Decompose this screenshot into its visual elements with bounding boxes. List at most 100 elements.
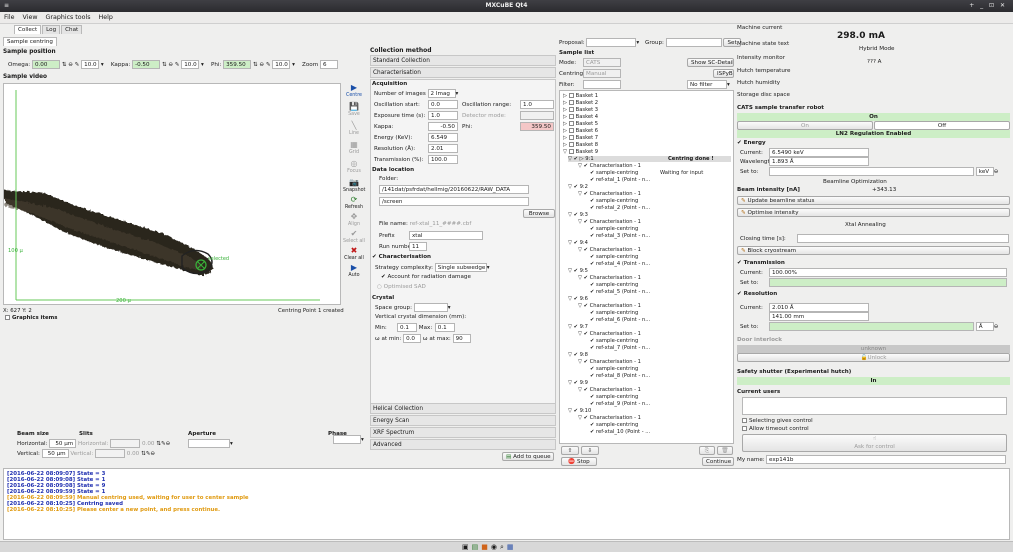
ask-for-control-button[interactable]: ☝ Ask for control — [742, 434, 1007, 452]
tree-basket-8[interactable]: ▷ Basket 8 — [563, 142, 598, 148]
tree-ref[interactable]: ✔ ref-xtal_2 (Point - n... — [590, 205, 650, 211]
browser-icon[interactable]: ◉ — [491, 543, 500, 551]
tree-char[interactable]: ▽ ✔ Characterisation - 1 — [578, 219, 641, 225]
slit-h-input[interactable] — [110, 439, 141, 448]
subfolder-input[interactable]: /screen — [379, 197, 529, 206]
tree-node[interactable]: ▽ ✔ 9:7 — [568, 324, 588, 330]
omega-step-input[interactable]: 10.0 — [81, 60, 100, 69]
tree-node[interactable]: ▽ ✔ 9:6 — [568, 296, 588, 302]
radiation-check-icon[interactable]: ✔ — [381, 274, 386, 280]
tree-node[interactable]: ▽ ✔ 9:10 — [568, 408, 591, 414]
slit-v-stop-icon[interactable]: ⊖ — [150, 451, 155, 457]
tree-ref[interactable]: ✔ ref-xtal_6 (Point - n... — [590, 317, 650, 323]
delete-button[interactable]: 🗑 — [716, 446, 733, 455]
omega-pencil-icon[interactable]: ✎ — [75, 62, 80, 68]
tree-node[interactable]: ▽ ✔ 9:9 — [568, 380, 588, 386]
my-name-input[interactable]: exp141b — [766, 455, 1006, 464]
space-group-dropdown-icon[interactable]: ▾ — [448, 305, 451, 311]
tree-basket-2[interactable]: ▷ Basket 2 — [563, 100, 598, 106]
folder-icon[interactable]: ▣ — [462, 543, 472, 551]
omega-stepper[interactable]: ⇅ — [62, 62, 67, 68]
tree-char[interactable]: ▽ ✔ Characterisation - 1 — [578, 303, 641, 309]
grid-button[interactable]: ▦ Grid — [343, 140, 365, 160]
tree-sample-centring[interactable]: ✔ sample-centring — [590, 394, 638, 400]
tree-ref-9-1[interactable]: ✔ ref-xtal_1 (Point - n... — [590, 177, 650, 183]
move-up-button[interactable]: ⇧ — [561, 446, 579, 455]
menu-view[interactable]: View — [19, 12, 42, 23]
aperture-dropdown-icon[interactable]: ▾ — [230, 441, 233, 447]
standard-collection-section[interactable]: Standard Collection — [370, 55, 556, 66]
tree-char[interactable]: ▽ ✔ Characterisation - 1 — [578, 275, 641, 281]
proposal-select[interactable] — [586, 38, 637, 47]
closing-time-input[interactable] — [797, 234, 1009, 243]
menu-help[interactable]: Help — [95, 12, 117, 23]
auto-button[interactable]: ▶ Auto — [343, 263, 365, 283]
phi-step-input[interactable]: 10.0 — [272, 60, 291, 69]
tree-sample-centring[interactable]: ✔ sample-centring — [590, 226, 638, 232]
window-icon[interactable]: ▦ — [507, 543, 517, 551]
tree-char[interactable]: ▽ ✔ Characterisation - 1 — [578, 191, 641, 197]
tree-sample-centring[interactable]: ✔ sample-centring — [590, 310, 638, 316]
tree-ref[interactable]: ✔ ref-xtal_8 (Point - n... — [590, 373, 650, 379]
move-down-button[interactable]: ⇩ — [580, 446, 599, 455]
kappa-pencil-icon[interactable]: ✎ — [175, 62, 180, 68]
graphics-items-toggle[interactable]: Graphics items — [5, 315, 57, 321]
tree-node[interactable]: ▽ ✔ 9:3 — [568, 212, 588, 218]
omega-step-dropdown-icon[interactable]: ▾ — [101, 62, 104, 68]
tree-basket-6[interactable]: ▷ Basket 6 — [563, 128, 598, 134]
omega-stop-icon[interactable]: ⊖ — [68, 62, 73, 68]
tree-sample-centring[interactable]: ✔ sample-centring — [590, 366, 638, 372]
tree-char[interactable]: ▽ ✔ Characterisation - 1 — [578, 387, 641, 393]
unlock-button[interactable]: 🔓Unlock — [737, 353, 1010, 362]
wmin-input[interactable]: 0.0 — [403, 334, 422, 343]
tree-char[interactable]: ▽ ✔ Characterisation - 1 — [578, 415, 641, 421]
tree-basket-4[interactable]: ▷ Basket 4 — [563, 114, 598, 120]
slit-h-stop-icon[interactable]: ⊖ — [166, 441, 171, 447]
helical-collection-section[interactable]: Helical Collection — [370, 403, 556, 414]
tab-log[interactable]: Log — [42, 25, 61, 34]
mode-select[interactable]: CATS — [583, 58, 621, 67]
phi-step-dropdown-icon[interactable]: ▾ — [292, 62, 295, 68]
tree-sc-9-1[interactable]: ✔ sample-centring — [590, 170, 638, 176]
phase-dropdown-icon[interactable]: ▾ — [361, 437, 364, 443]
graphics-items-checkbox[interactable] — [5, 315, 10, 320]
menu-file[interactable]: File — [0, 12, 19, 23]
update-beamline-button[interactable]: ✎ Update beamline status — [737, 196, 1010, 205]
tree-char-9-1[interactable]: ▽ ✔ Characterisation - 1 — [578, 163, 641, 169]
focus-button[interactable]: ◎ Focus — [343, 159, 365, 179]
tree-sample-centring[interactable]: ✔ sample-centring — [590, 338, 638, 344]
prefix-input[interactable]: xtal — [409, 231, 483, 240]
energy-input[interactable]: 6.549 — [428, 133, 458, 142]
tree-basket-1[interactable]: ▷ Basket 1 — [563, 93, 598, 99]
xrf-spectrum-section[interactable]: XRF Spectrum — [370, 427, 556, 438]
centring-select[interactable]: Manual — [583, 69, 621, 78]
characterisation-check-icon[interactable]: ✔ — [372, 254, 377, 260]
aperture-select[interactable] — [188, 439, 230, 448]
sample-video-view[interactable]: 100 µ 200 µ selected — [3, 83, 341, 305]
osc-start-input[interactable]: 0.0 — [428, 100, 458, 109]
tree-basket-7[interactable]: ▷ Basket 7 — [563, 135, 598, 141]
tree-node[interactable]: ▽ ✔ 9:5 — [568, 268, 588, 274]
phi-input[interactable]: 359.50 — [223, 60, 252, 69]
tree-sample-centring[interactable]: ✔ sample-centring — [590, 422, 638, 428]
group-input[interactable] — [665, 38, 722, 47]
tab-collect[interactable]: Collect — [14, 25, 42, 34]
detector-mode-select[interactable] — [520, 111, 554, 120]
tree-ref[interactable]: ✔ ref-xtal_7 (Point - n... — [590, 345, 650, 351]
tree-node-9-1-active[interactable]: ▽ ✔ ▷ 9:1 Centring done ! — [568, 156, 731, 162]
filter-select[interactable]: No filter — [687, 80, 727, 89]
strategy-dropdown-icon[interactable]: ▾ — [487, 265, 490, 271]
filter-dropdown-icon[interactable]: ▾ — [727, 82, 730, 88]
acq-kappa-input[interactable]: -0.50 — [428, 122, 458, 131]
transmission-input[interactable]: 100.0 — [428, 155, 458, 164]
line-button[interactable]: ╲ Line — [343, 121, 365, 141]
add-to-queue-button[interactable]: ▤ Add to queue — [502, 452, 554, 461]
ispyb-button[interactable]: ISPyB — [713, 69, 734, 78]
run-number-input[interactable]: 11 — [409, 242, 427, 251]
tree-basket-9[interactable]: ▽ Basket 9 — [563, 149, 598, 155]
num-images-select[interactable]: 2 Imag — [427, 89, 456, 98]
proposal-dropdown-icon[interactable]: ▾ — [636, 40, 639, 46]
energy-set-to-input[interactable] — [769, 167, 974, 176]
space-group-select[interactable] — [413, 303, 448, 312]
current-users-list[interactable] — [742, 397, 1007, 415]
